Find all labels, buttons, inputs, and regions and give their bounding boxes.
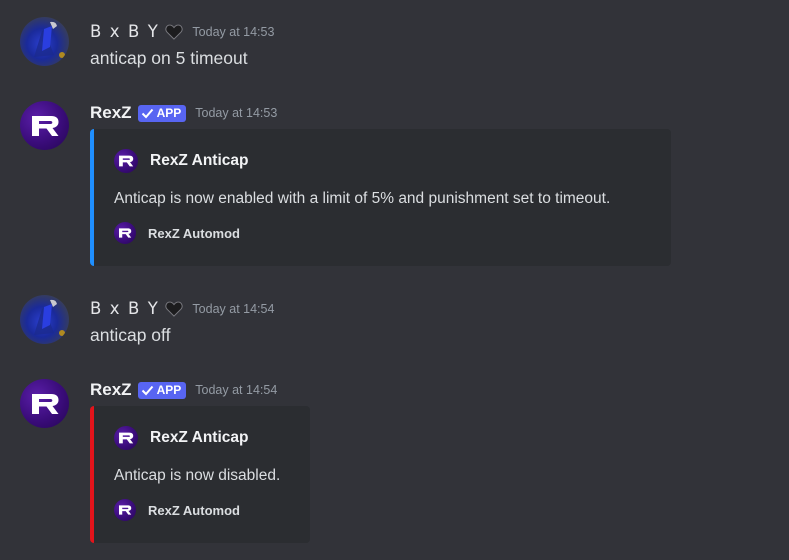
bot-avatar[interactable] xyxy=(20,379,69,428)
app-badge: APP xyxy=(137,381,187,399)
embed-author-name: RexZ Anticap xyxy=(150,429,249,446)
message-header: RexZ APP Today at 14:54 xyxy=(90,380,277,400)
embed-footer: RexZ Automod xyxy=(114,222,240,244)
bot-avatar[interactable] xyxy=(20,101,69,150)
timestamp[interactable]: Today at 14:53 xyxy=(192,25,274,39)
user-avatar[interactable] xyxy=(20,295,69,344)
timestamp[interactable]: Today at 14:54 xyxy=(192,302,274,316)
embed-description: Anticap is now enabled with a limit of 5… xyxy=(114,190,611,207)
rexz-logo-icon xyxy=(20,101,69,150)
app-badge-label: APP xyxy=(156,383,182,397)
app-badge: APP xyxy=(137,104,187,122)
timestamp[interactable]: Today at 14:54 xyxy=(195,383,277,397)
avatar-image xyxy=(34,21,65,58)
black-heart-icon xyxy=(165,301,184,317)
verified-check-icon xyxy=(141,385,153,395)
rexz-logo-icon xyxy=(114,149,138,173)
rexz-logo-icon xyxy=(114,222,136,244)
embed-author-name: RexZ Anticap xyxy=(150,152,249,169)
embed: RexZ Anticap Anticap is now enabled with… xyxy=(90,129,671,266)
app-badge-label: APP xyxy=(156,106,182,120)
username[interactable]: B x B Y xyxy=(90,299,159,318)
embed-footer-text: RexZ Automod xyxy=(148,225,240,241)
embed: RexZ Anticap Anticap is now disabled. Re… xyxy=(90,406,310,543)
message-header: RexZ APP Today at 14:53 xyxy=(90,103,277,123)
message-content: anticap off xyxy=(90,325,171,345)
message-header: B x B Y Today at 14:54 xyxy=(90,299,274,318)
embed-author: RexZ Anticap xyxy=(114,426,248,450)
embed-footer: RexZ Automod xyxy=(114,499,240,521)
username[interactable]: RexZ xyxy=(90,103,132,123)
message-content: anticap on 5 timeout xyxy=(90,48,248,68)
timestamp[interactable]: Today at 14:53 xyxy=(195,106,277,120)
avatar-image xyxy=(34,299,65,336)
embed-author: RexZ Anticap xyxy=(114,149,248,173)
rexz-logo-icon xyxy=(114,426,138,450)
username[interactable]: B x B Y xyxy=(90,22,159,41)
black-heart-icon xyxy=(165,24,184,40)
verified-check-icon xyxy=(141,108,153,118)
message-header: B x B Y Today at 14:53 xyxy=(90,22,274,41)
embed-description: Anticap is now disabled. xyxy=(114,467,281,484)
embed-footer-text: RexZ Automod xyxy=(148,502,240,518)
username[interactable]: RexZ xyxy=(90,380,132,400)
user-avatar[interactable] xyxy=(20,17,69,66)
rexz-logo-icon xyxy=(20,379,69,428)
rexz-logo-icon xyxy=(114,499,136,521)
